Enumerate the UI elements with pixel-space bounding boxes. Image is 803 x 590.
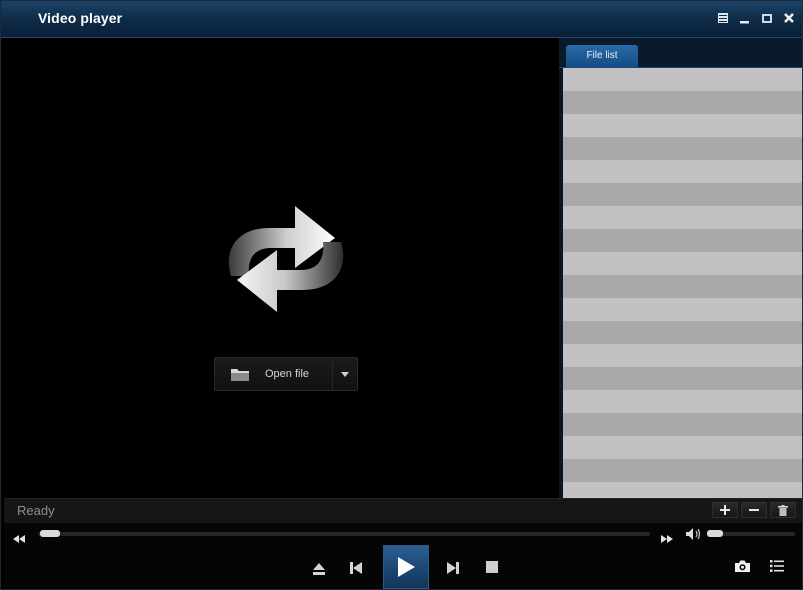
list-item[interactable] [563,321,802,344]
list-item[interactable] [563,436,802,459]
status-bar: Ready [4,498,802,523]
stop-icon [486,561,498,573]
list-item[interactable] [563,459,802,482]
file-list-tools [712,502,796,518]
seek-bar[interactable] [38,532,650,536]
seek-handle[interactable] [40,530,61,537]
list-item[interactable] [563,344,802,367]
list-item[interactable] [563,68,802,91]
video-player-window: Video player Open file File list Ready [0,0,803,590]
folder-icon [230,367,250,387]
list-item[interactable] [563,298,802,321]
list-item[interactable] [563,137,802,160]
list-item[interactable] [563,183,802,206]
eject-button[interactable] [311,560,327,576]
next-button[interactable] [445,560,461,576]
list-item[interactable] [563,413,802,436]
list-item[interactable] [563,252,802,275]
list-item[interactable] [563,367,802,390]
play-button[interactable] [383,545,429,589]
menu-icon[interactable] [716,10,730,26]
title-bar[interactable]: Video player [1,1,802,38]
list-item[interactable] [563,229,802,252]
window-title: Video player [38,10,123,26]
minus-icon [749,509,759,511]
list-item[interactable] [563,160,802,183]
open-file-button[interactable]: Open file [214,357,358,391]
play-icon [398,557,415,577]
playlist-icon [770,560,784,572]
volume-icon[interactable] [685,527,703,546]
open-file-label: Open file [265,368,310,380]
open-file-dropdown[interactable] [332,358,357,390]
stop-button[interactable] [485,560,499,574]
close-icon[interactable] [782,10,796,26]
list-item[interactable] [563,206,802,229]
maximize-icon[interactable] [760,10,774,26]
eject-icon [313,562,325,575]
video-area[interactable]: Open file [4,38,559,498]
remove-file-button[interactable] [741,502,767,518]
chevron-down-icon [341,371,349,377]
add-file-button[interactable] [712,502,738,518]
file-list[interactable] [563,68,802,505]
list-item[interactable] [563,91,802,114]
tab-file-list[interactable]: File list [566,45,638,67]
previous-button[interactable] [348,560,364,576]
playlist-button[interactable] [769,558,785,574]
list-item[interactable] [563,275,802,298]
list-item[interactable] [563,390,802,413]
seek-row [4,523,802,545]
trash-icon [778,504,788,516]
file-list-tabs: File list [559,38,802,68]
window-controls [716,10,796,26]
clear-list-button[interactable] [770,502,796,518]
status-text: Ready [17,503,55,518]
plus-icon [720,505,730,515]
previous-icon [350,562,362,574]
camera-icon [734,560,750,572]
transport-bar [4,545,802,589]
volume-handle[interactable] [707,530,723,537]
repeat-logo-icon [228,206,344,312]
snapshot-button[interactable] [733,558,751,574]
minimize-icon[interactable] [738,10,752,26]
next-icon [447,562,459,574]
file-list-panel: File list [559,38,802,505]
list-item[interactable] [563,114,802,137]
